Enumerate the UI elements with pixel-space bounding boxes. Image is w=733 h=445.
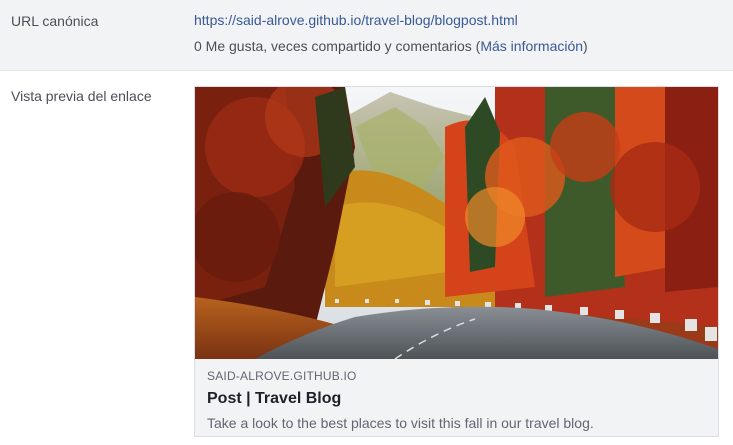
more-info-link[interactable]: Más información bbox=[480, 38, 583, 54]
canonical-url-row: URL canónica https://said-alrove.github.… bbox=[0, 0, 733, 71]
preview-title: Post | Travel Blog bbox=[207, 390, 342, 407]
preview-description: Take a look to the best places to visit … bbox=[207, 415, 594, 431]
link-preview-row: Vista previa del enlace SAID-ALROVE.GITH… bbox=[0, 71, 733, 445]
canonical-url-label: URL canónica bbox=[11, 13, 99, 29]
engagement-stats-text: 0 Me gusta, veces compartido y comentari… bbox=[194, 38, 481, 54]
link-preview-label: Vista previa del enlace bbox=[11, 88, 152, 104]
link-preview-text: SAID-ALROVE.GITHUB.IO Post | Travel Blog… bbox=[207, 368, 706, 432]
autumn-forest-road-image bbox=[195, 87, 718, 359]
engagement-stats-suffix: ) bbox=[583, 38, 588, 54]
canonical-url-link[interactable]: https://said-alrove.github.io/travel-blo… bbox=[194, 12, 518, 28]
engagement-stats: 0 Me gusta, veces compartido y comentari… bbox=[194, 38, 588, 54]
link-preview-card[interactable]: SAID-ALROVE.GITHUB.IO Post | Travel Blog… bbox=[194, 86, 719, 437]
preview-domain: SAID-ALROVE.GITHUB.IO bbox=[207, 369, 357, 383]
